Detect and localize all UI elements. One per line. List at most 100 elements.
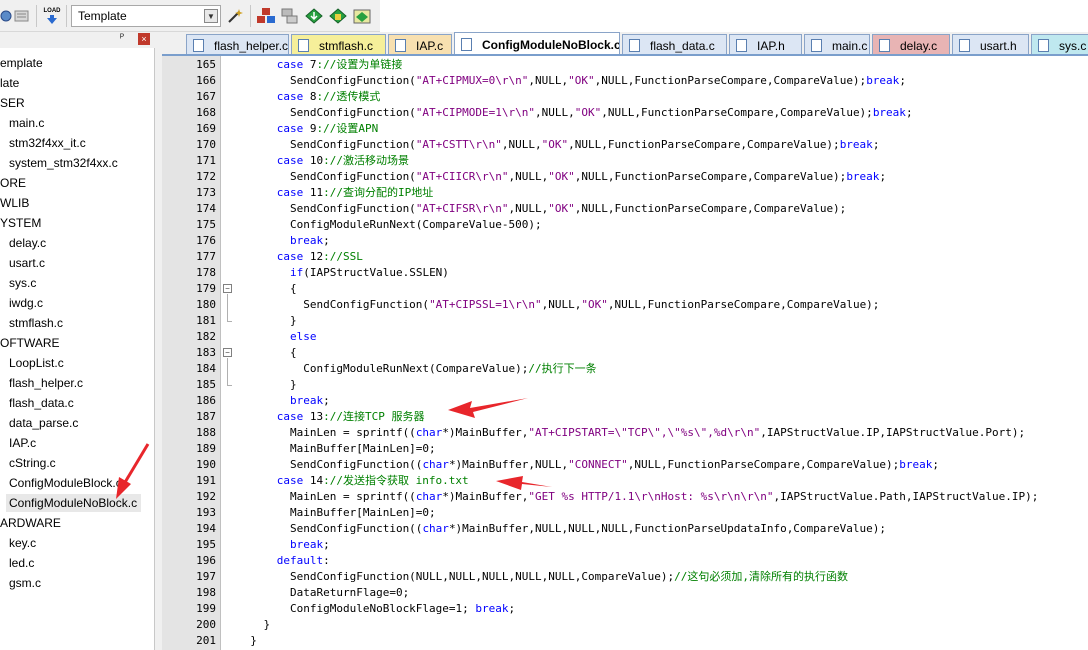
code-token: 13 xyxy=(309,410,324,423)
code-text[interactable]: break; xyxy=(237,393,330,409)
pack-installer-icon[interactable] xyxy=(256,6,276,26)
project-file-item[interactable]: cString.c xyxy=(6,454,60,472)
pack-icon[interactable] xyxy=(352,6,372,26)
project-group-item[interactable]: late xyxy=(0,74,23,92)
project-group-item[interactable]: ARDWARE xyxy=(0,514,65,532)
code-token: case xyxy=(237,58,310,71)
code-text[interactable]: DataReturnFlage=0; xyxy=(237,585,409,601)
code-text[interactable]: case 14://发送指令获取 info.txt xyxy=(237,473,469,489)
close-icon[interactable]: × xyxy=(138,33,150,45)
project-file-item[interactable]: ConfigModuleNoBlock.c xyxy=(6,494,142,512)
editor-tab[interactable]: sys.c xyxy=(1031,34,1088,54)
editor-tab[interactable]: flash_helper.c xyxy=(186,34,289,54)
editor-tab[interactable]: usart.h xyxy=(952,34,1029,54)
code-text[interactable]: break; xyxy=(237,233,330,249)
chevron-down-icon[interactable]: ▼ xyxy=(204,9,218,23)
code-text[interactable]: } xyxy=(237,313,297,329)
project-file-item[interactable]: ConfigModuleBlock.c xyxy=(6,474,126,492)
target-select[interactable]: Template ▼ xyxy=(71,5,221,27)
code-token: SendConfigFunction( xyxy=(237,298,430,311)
code-text[interactable]: SendConfigFunction((char*)MainBuffer,NUL… xyxy=(237,457,939,473)
project-file-item[interactable]: data_parse.c xyxy=(6,414,82,432)
project-group-item[interactable]: SER xyxy=(0,94,29,112)
fold-toggle-icon[interactable]: − xyxy=(223,284,232,293)
project-file-item[interactable]: stm32f4xx_it.c xyxy=(6,134,90,152)
code-text[interactable]: MainBuffer[MainLen]=0; xyxy=(237,441,436,457)
code-text[interactable]: else xyxy=(237,329,317,345)
code-text[interactable]: SendConfigFunction((char*)MainBuffer,NUL… xyxy=(237,521,886,537)
code-text[interactable]: SendConfigFunction("AT+CIPMUX=0\r\n",NUL… xyxy=(237,73,906,89)
diamond-green-icon[interactable] xyxy=(304,6,324,26)
code-text[interactable]: break; xyxy=(237,537,330,553)
code-text[interactable]: case 13://连接TCP 服务器 xyxy=(237,409,425,425)
code-text[interactable]: case 8://透传模式 xyxy=(237,89,381,105)
project-group-item[interactable]: emplate xyxy=(0,54,47,72)
project-file-item[interactable]: LoopList.c xyxy=(6,354,68,372)
code-text[interactable]: } xyxy=(237,377,297,393)
wand-icon[interactable] xyxy=(225,6,245,26)
editor-tab[interactable]: delay.c xyxy=(872,34,950,54)
project-file-item[interactable]: sys.c xyxy=(6,274,40,292)
project-file-item[interactable]: flash_helper.c xyxy=(6,374,87,392)
project-file-item[interactable]: key.c xyxy=(6,534,40,552)
rebuild-icon[interactable] xyxy=(12,6,32,26)
project-group-item[interactable]: OFTWARE xyxy=(0,334,64,352)
code-text[interactable]: SendConfigFunction(NULL,NULL,NULL,NULL,N… xyxy=(237,569,848,585)
load-icon[interactable]: LOAD xyxy=(42,6,62,26)
code-text[interactable]: ConfigModuleRunNext(CompareValue-500); xyxy=(237,217,542,233)
editor-tab[interactable]: flash_data.c xyxy=(622,34,727,54)
project-group-item[interactable]: ORE xyxy=(0,174,30,192)
code-editor[interactable]: 165 case 7://设置为单链接 166 SendConfigFunctio… xyxy=(162,56,1088,650)
project-file-item[interactable]: stmflash.c xyxy=(6,314,67,332)
fold-toggle-icon[interactable]: − xyxy=(223,348,232,357)
project-file-item[interactable]: system_stm32f4xx.c xyxy=(6,154,122,172)
editor-tab[interactable]: IAP.h xyxy=(729,34,802,54)
project-file-item[interactable]: led.c xyxy=(6,554,38,572)
code-text[interactable]: MainLen = sprintf((char*)MainBuffer,"AT+… xyxy=(237,425,1025,441)
code-text[interactable]: { xyxy=(237,345,297,361)
code-text[interactable]: { xyxy=(237,281,297,297)
code-text[interactable]: ConfigModuleNoBlockFlage=1; break; xyxy=(237,601,515,617)
project-file-item[interactable]: iwdg.c xyxy=(6,294,47,312)
code-text[interactable]: case 9://设置APN xyxy=(237,121,379,137)
code-line: 198 DataReturnFlage=0; xyxy=(162,585,1088,601)
code-text[interactable]: SendConfigFunction("AT+CIPSSL=1\r\n",NUL… xyxy=(237,297,879,313)
project-file-item[interactable]: IAP.c xyxy=(6,434,40,452)
project-file-item[interactable]: main.c xyxy=(6,114,48,132)
project-file-item[interactable]: gsm.c xyxy=(6,574,45,592)
project-file-item[interactable]: usart.c xyxy=(6,254,49,272)
code-text[interactable]: SendConfigFunction("AT+CIPMODE=1\r\n",NU… xyxy=(237,105,913,121)
editor-tab[interactable]: IAP.c xyxy=(388,34,452,54)
code-text[interactable]: case 12://SSL xyxy=(237,249,363,265)
code-line: 173 case 11://查询分配的IP地址 xyxy=(162,185,1088,201)
manage-icon[interactable] xyxy=(280,6,300,26)
code-text[interactable]: } xyxy=(237,617,270,633)
code-text[interactable]: if(IAPStructValue.SSLEN) xyxy=(237,265,449,281)
code-text[interactable]: } xyxy=(237,633,257,649)
code-token: *)MainBuffer, xyxy=(442,490,529,503)
code-text[interactable]: default: xyxy=(237,553,330,569)
code-token: default xyxy=(237,554,324,567)
project-file-item[interactable]: delay.c xyxy=(6,234,50,252)
code-text[interactable]: SendConfigFunction("AT+CIFSR\r\n",NULL,"… xyxy=(237,201,846,217)
code-text[interactable]: SendConfigFunction("AT+CIICR\r\n",NULL,"… xyxy=(237,169,886,185)
project-group-item[interactable]: YSTEM xyxy=(0,214,45,232)
code-text[interactable]: case 10://激活移动场景 xyxy=(237,153,409,169)
code-text[interactable]: MainBuffer[MainLen]=0; xyxy=(237,505,436,521)
code-text[interactable]: case 7://设置为单链接 xyxy=(237,57,403,73)
code-line: 197 SendConfigFunction(NULL,NULL,NULL,NU… xyxy=(162,569,1088,585)
code-text[interactable]: MainLen = sprintf((char*)MainBuffer,"GET… xyxy=(237,489,1038,505)
editor-tab[interactable]: ConfigModuleNoBlock.c xyxy=(454,32,620,54)
editor-tab[interactable]: main.c xyxy=(804,34,870,54)
project-group-item[interactable]: WLIB xyxy=(0,194,33,212)
panel-splitter[interactable] xyxy=(155,32,162,650)
line-number: 181 xyxy=(196,314,216,327)
diamond-download-icon[interactable] xyxy=(328,6,348,26)
pin-icon[interactable]: ᴾ xyxy=(120,33,124,44)
code-text[interactable]: ConfigModuleRunNext(CompareValue);//执行下一… xyxy=(237,361,596,377)
editor-tab[interactable]: stmflash.c xyxy=(291,34,386,54)
code-text[interactable]: case 11://查询分配的IP地址 xyxy=(237,185,434,201)
code-token: //这句必须加,清除所有的执行函数 xyxy=(674,570,848,583)
project-file-item[interactable]: flash_data.c xyxy=(6,394,78,412)
code-text[interactable]: SendConfigFunction("AT+CSTT\r\n",NULL,"O… xyxy=(237,137,879,153)
